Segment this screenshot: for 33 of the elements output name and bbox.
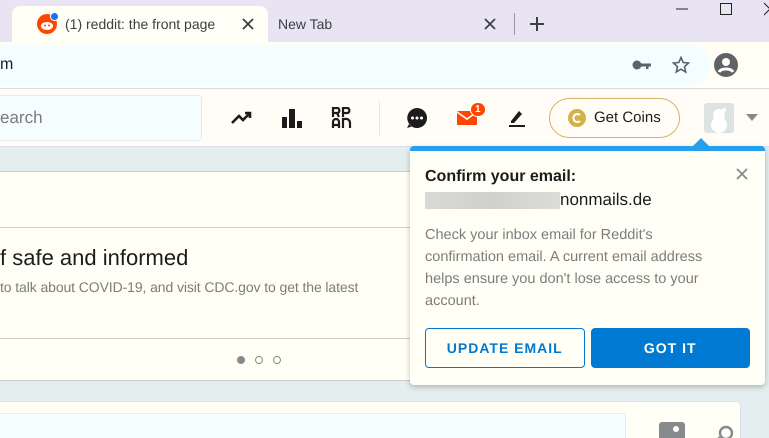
rpan-icon[interactable] xyxy=(331,106,353,128)
profile-icon[interactable] xyxy=(714,53,738,77)
update-email-button[interactable]: UPDATE EMAIL xyxy=(425,328,584,368)
announcement-title: f safe and informed xyxy=(0,245,190,271)
address-text[interactable]: m xyxy=(0,56,14,74)
reddit-logo-icon xyxy=(37,14,57,34)
popup-title: Confirm your email: xyxy=(425,168,578,186)
get-coins-button[interactable]: Get Coins xyxy=(549,98,680,138)
carousel-dot[interactable] xyxy=(237,356,245,364)
pencil-icon[interactable] xyxy=(507,108,527,126)
close-icon[interactable] xyxy=(242,18,254,30)
coin-icon xyxy=(568,108,586,126)
trending-icon[interactable] xyxy=(231,110,253,124)
key-icon[interactable] xyxy=(632,59,652,71)
carousel-dot[interactable] xyxy=(273,356,281,364)
email-address: nonmails.de xyxy=(560,190,652,210)
announcement-text: to talk about COVID-19, and visit CDC.gov to get the latest xyxy=(0,279,360,295)
carousel-dot[interactable] xyxy=(255,356,263,364)
browser-tab[interactable]: New Tab xyxy=(268,6,510,42)
search-field[interactable]: earch xyxy=(0,94,202,140)
chat-icon[interactable] xyxy=(406,106,428,128)
maximize-icon[interactable] xyxy=(719,2,733,16)
got-it-button[interactable]: GOT IT xyxy=(590,328,750,368)
close-icon[interactable] xyxy=(484,18,496,30)
tab-title: (1) reddit: the front page xyxy=(65,16,216,32)
browser-tab[interactable]: (1) reddit: the front page xyxy=(12,6,268,42)
caret-icon[interactable] xyxy=(746,114,758,121)
star-icon[interactable] xyxy=(672,56,690,74)
leaderboard-icon[interactable] xyxy=(281,108,303,128)
new-tab-icon[interactable] xyxy=(529,16,545,32)
notification-badge: 1 xyxy=(470,102,486,116)
popup-message: Check your inbox email for Reddit's confirmation email. A current email address helps ensure you don't lose access to your account. xyxy=(425,226,704,311)
tab-title: New Tab xyxy=(278,16,334,32)
